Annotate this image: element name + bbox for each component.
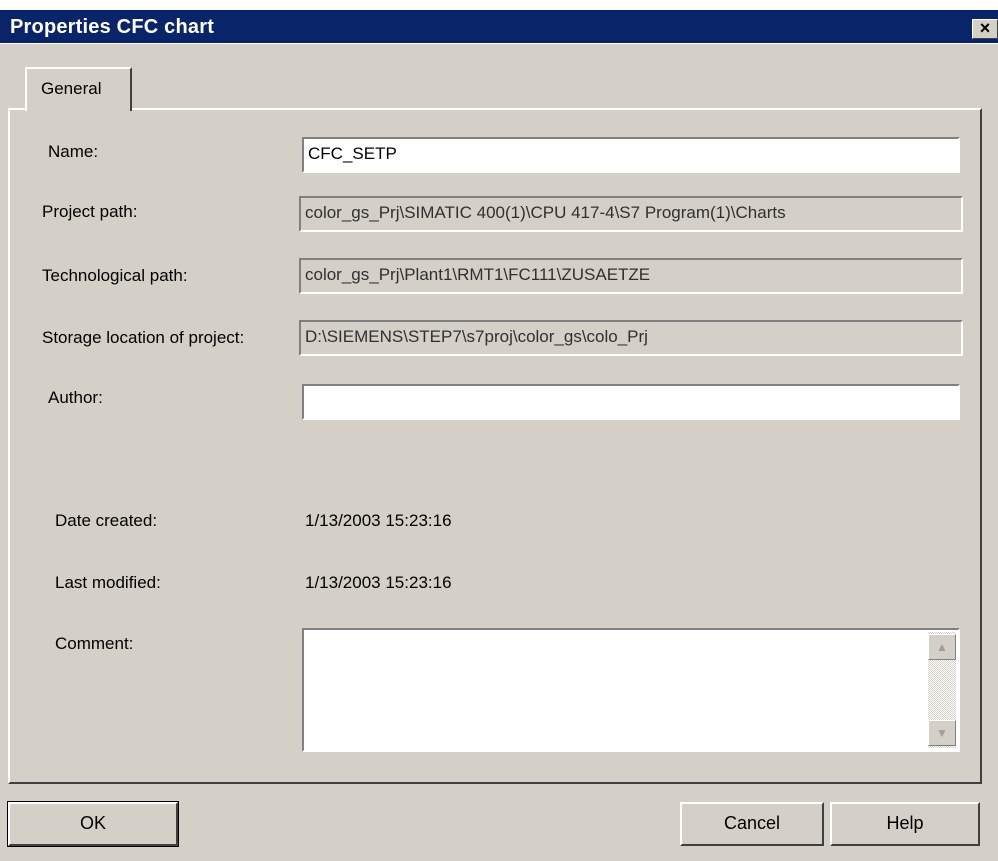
help-button[interactable]: Help: [830, 802, 980, 846]
comment-textarea[interactable]: ▲ ▼: [302, 628, 960, 752]
comment-scrollbar[interactable]: ▲ ▼: [928, 632, 956, 748]
storage-location-field: D:\SIEMENS\STEP7\s7proj\color_gs\colo_Pr…: [299, 320, 963, 356]
name-input[interactable]: CFC_SETP: [302, 137, 960, 173]
window-title: Properties CFC chart: [10, 16, 215, 38]
author-input[interactable]: [302, 384, 960, 420]
tech-path-label: Technological path:: [42, 266, 188, 285]
last-modified-label: Last modified:: [55, 573, 161, 592]
tech-path-field: color_gs_Prj\Plant1\RMT1\FC111\ZUSAETZE: [299, 258, 963, 294]
storage-location-label: Storage location of project:: [42, 328, 245, 347]
date-created-label: Date created:: [55, 511, 158, 530]
name-label: Name:: [48, 142, 99, 161]
project-path-field: color_gs_Prj\SIMATIC 400(1)\CPU 417-4\S7…: [299, 196, 963, 232]
project-path-label: Project path:: [42, 202, 138, 221]
title-bar: Properties CFC chart ×: [0, 0, 998, 44]
scroll-down-arrow-icon[interactable]: ▼: [928, 720, 956, 746]
ok-button[interactable]: OK: [7, 801, 179, 847]
comment-label: Comment:: [55, 634, 134, 653]
author-label: Author:: [48, 388, 103, 407]
tab-general-label: General: [41, 79, 102, 98]
scroll-up-arrow-icon[interactable]: ▲: [928, 634, 956, 660]
date-created-value: 1/13/2003 15:23:16: [305, 511, 452, 530]
tab-general[interactable]: General: [25, 67, 132, 111]
cancel-button[interactable]: Cancel: [680, 802, 824, 846]
last-modified-value: 1/13/2003 15:23:16: [305, 573, 452, 592]
close-icon[interactable]: ×: [972, 19, 998, 39]
